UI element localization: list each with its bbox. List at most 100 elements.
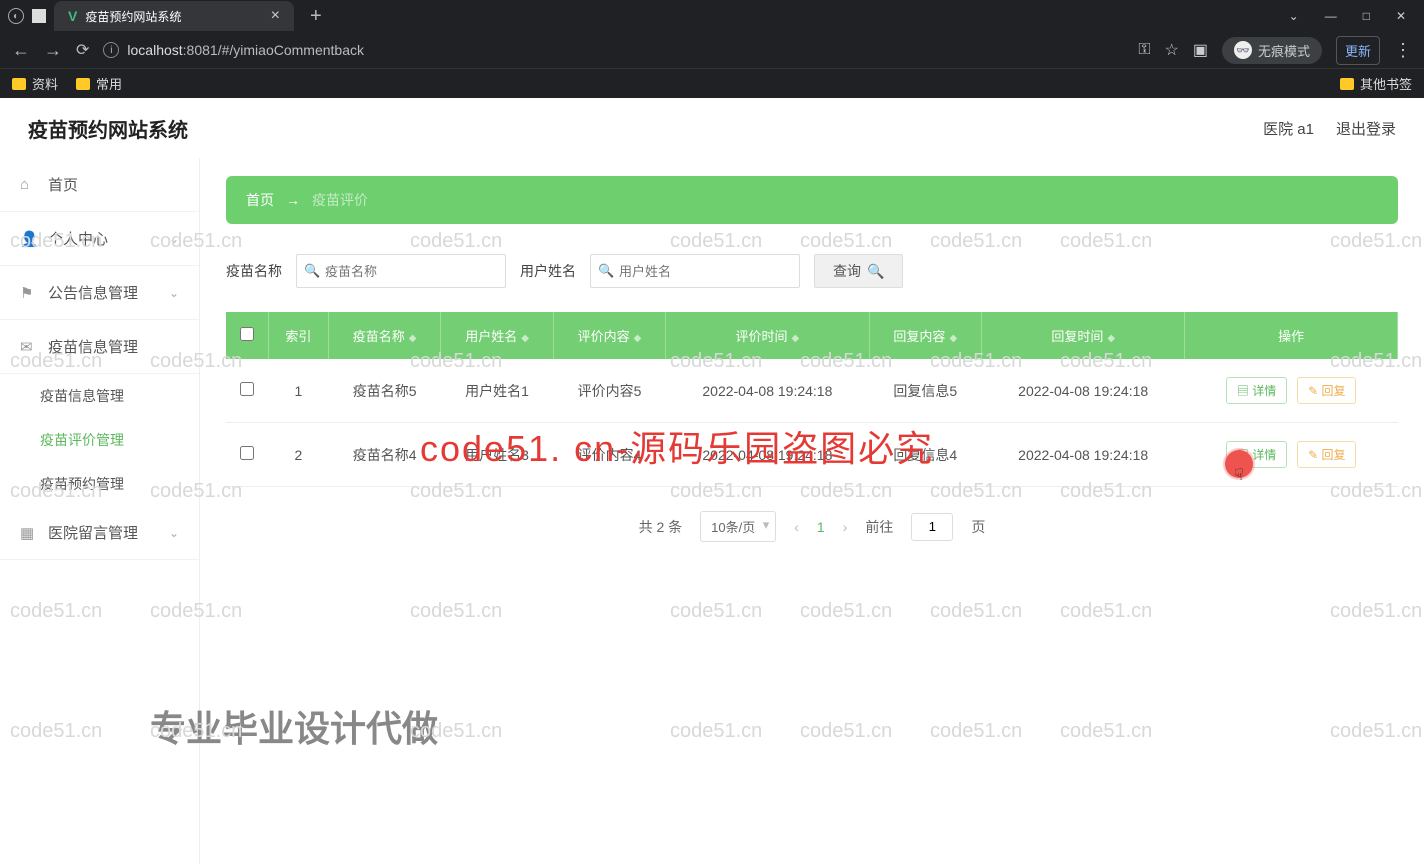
cell-user: 用户姓名1	[441, 359, 553, 423]
incognito-icon: 👓	[1234, 41, 1252, 59]
cell-reply: 回复信息4	[869, 423, 981, 487]
key-icon[interactable]: ⚿	[1138, 41, 1150, 59]
minimize-icon[interactable]: —	[1325, 9, 1337, 23]
bookmark-item[interactable]: 常用	[76, 74, 122, 93]
close-icon[interactable]: ×	[271, 7, 280, 25]
sidebar-sub-reserve[interactable]: 疫苗预约管理	[0, 462, 199, 506]
reply-button[interactable]: ✎ 回复	[1297, 441, 1356, 468]
cell-ctime: 2022-04-08 19:24:18	[666, 423, 869, 487]
search-icon: 🔍	[867, 263, 884, 280]
vue-icon: V	[68, 8, 77, 24]
select-all-checkbox[interactable]	[240, 327, 254, 341]
update-button[interactable]: 更新	[1336, 36, 1380, 65]
user-label[interactable]: 医院 a1	[1263, 118, 1314, 139]
page-size-select[interactable]: 10条/页	[700, 511, 776, 542]
grid-icon: ▦	[20, 524, 36, 542]
th-ctime[interactable]: 评价时间◆	[666, 312, 869, 359]
close-window-icon[interactable]: ✕	[1396, 9, 1406, 23]
extension-icon[interactable]: ▣	[1193, 40, 1208, 60]
search-icon: 🔍	[304, 263, 320, 279]
sidebar-sub-info[interactable]: 疫苗信息管理	[0, 374, 199, 418]
cell-ops: ▤ 详情 ✎ 回复	[1185, 423, 1398, 487]
cell-name: 疫苗名称5	[328, 359, 440, 423]
site-info-icon[interactable]: i	[103, 42, 119, 58]
search-button[interactable]: 查询🔍	[814, 254, 903, 288]
cell-name: 疫苗名称4	[328, 423, 440, 487]
sidebar-item-home[interactable]: ⌂首页	[0, 158, 199, 212]
th-reply[interactable]: 回复内容◆	[869, 312, 981, 359]
table-row: 1 疫苗名称5 用户姓名1 评价内容5 2022-04-08 19:24:18 …	[226, 359, 1398, 423]
comment-table: 索引 疫苗名称◆ 用户姓名◆ 评价内容◆ 评价时间◆ 回复内容◆ 回复时间◆ 操…	[226, 312, 1398, 487]
search-icon: 🔍	[598, 263, 614, 279]
reply-button[interactable]: ✎ 回复	[1297, 377, 1356, 404]
maximize-icon[interactable]: □	[1363, 9, 1370, 23]
url-host: localhost	[127, 42, 182, 58]
browser-tab[interactable]: V 疫苗预约网站系统 ×	[54, 1, 294, 31]
cursor-icon: ☟	[1234, 465, 1244, 485]
ad-text: 专业毕业设计代做	[150, 700, 438, 752]
prev-page[interactable]: ‹	[794, 519, 799, 535]
bookmark-item[interactable]: 资料	[12, 74, 58, 93]
row-checkbox[interactable]	[240, 446, 254, 460]
app-title: 疫苗预约网站系统	[28, 114, 188, 143]
browser-chrome: ◐ V 疫苗预约网站系统 × + ⌄ — □ ✕ ← → ⟳ i localho…	[0, 0, 1424, 98]
th-rtime[interactable]: 回复时间◆	[982, 312, 1185, 359]
logout-link[interactable]: 退出登录	[1336, 118, 1396, 139]
user-icon: 👤	[20, 230, 36, 248]
goto-label: 前往	[865, 517, 893, 537]
browser-logo-icon: ◐	[8, 8, 24, 24]
page-number[interactable]: 1	[817, 519, 825, 535]
folder-icon	[12, 78, 26, 90]
cell-ops: ▤ 详情 ✎ 回复	[1185, 359, 1398, 423]
star-icon[interactable]: ☆	[1165, 40, 1179, 60]
goto-suffix: 页	[971, 517, 985, 537]
th-comment[interactable]: 评价内容◆	[553, 312, 665, 359]
window-controls: ⌄ — □ ✕	[1289, 9, 1424, 23]
new-tab-button[interactable]: +	[302, 5, 330, 28]
bookmark-bar: 资料 常用 其他书签	[0, 68, 1424, 98]
cell-user: 用户姓名3	[441, 423, 553, 487]
chevron-down-icon[interactable]: ⌄	[1289, 9, 1299, 23]
sidebar-item-personal[interactable]: 👤个人中心⌄	[0, 212, 199, 266]
search-row: 疫苗名称 🔍 用户姓名 🔍 查询🔍	[226, 254, 1398, 288]
th-checkbox	[226, 312, 268, 359]
menu-icon[interactable]: ⋮	[1394, 40, 1412, 61]
cell-comment: 评价内容4	[553, 423, 665, 487]
sidebar-item-hospital-msg[interactable]: ▦医院留言管理⌄	[0, 506, 199, 560]
sidebar-item-vaccine[interactable]: ✉疫苗信息管理	[0, 320, 199, 374]
arrow-icon: →	[286, 192, 300, 208]
url-input[interactable]: i localhost:8081/#/yimiaoCommentback	[103, 42, 1124, 58]
forward-button[interactable]: →	[44, 40, 62, 61]
bookmark-other[interactable]: 其他书签	[1340, 74, 1412, 93]
app-icon	[32, 9, 46, 23]
detail-button[interactable]: ▤ 详情	[1226, 377, 1287, 404]
reload-button[interactable]: ⟳	[76, 40, 89, 60]
tab-bar: ◐ V 疫苗预约网站系统 × + ⌄ — □ ✕	[0, 0, 1424, 32]
pagination-total: 共 2 条	[639, 517, 683, 537]
back-button[interactable]: ←	[12, 40, 30, 61]
chevron-down-icon: ⌄	[169, 526, 179, 540]
th-name[interactable]: 疫苗名称◆	[328, 312, 440, 359]
search-input-name[interactable]	[296, 254, 506, 288]
chevron-down-icon: ⌄	[169, 232, 179, 246]
cell-reply: 回复信息5	[869, 359, 981, 423]
chevron-down-icon: ⌄	[169, 286, 179, 300]
table-row: 2 疫苗名称4 用户姓名3 评价内容4 2022-04-08 19:24:18 …	[226, 423, 1398, 487]
flag-icon: ⚑	[20, 284, 36, 302]
search-input-user[interactable]	[590, 254, 800, 288]
th-user[interactable]: 用户姓名◆	[441, 312, 553, 359]
sidebar-item-notice[interactable]: ⚑公告信息管理⌄	[0, 266, 199, 320]
next-page[interactable]: ›	[843, 519, 848, 535]
row-checkbox[interactable]	[240, 382, 254, 396]
home-icon: ⌂	[20, 176, 36, 193]
cell-index: 1	[268, 359, 328, 423]
cell-ctime: 2022-04-08 19:24:18	[666, 359, 869, 423]
th-index[interactable]: 索引	[268, 312, 328, 359]
breadcrumb: 首页 → 疫苗评价	[226, 176, 1398, 224]
folder-icon	[1340, 78, 1354, 90]
sidebar-sub-comment[interactable]: 疫苗评价管理	[0, 418, 199, 462]
breadcrumb-home[interactable]: 首页	[246, 190, 274, 210]
tab-title: 疫苗预约网站系统	[85, 8, 181, 25]
folder-icon	[76, 78, 90, 90]
goto-input[interactable]	[911, 513, 953, 541]
